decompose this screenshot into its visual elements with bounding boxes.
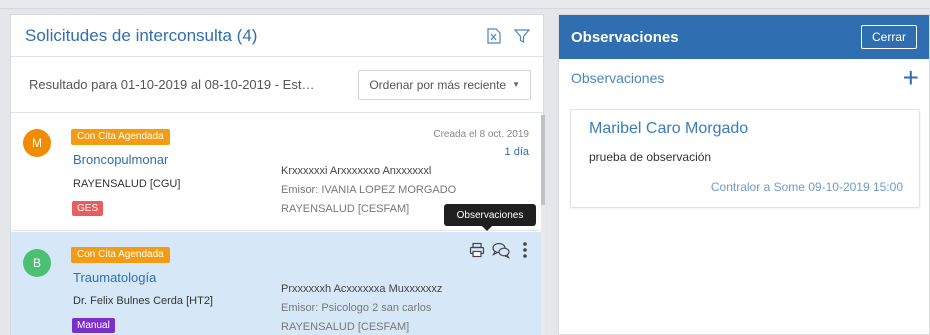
observations-panel: Observaciones Cerrar Observaciones + Mar…: [558, 14, 930, 335]
institution: RAYENSALUD [CGU]: [73, 178, 181, 190]
patient-name: Krxxxxxxi Arxxxxxxo Anxxxxxxl: [281, 165, 432, 177]
list-item[interactable]: B Con Cita Agendada Traumatología Dr. Fe…: [11, 232, 543, 335]
panel-title: Solicitudes de interconsulta (4): [25, 25, 258, 45]
list-scrollbar[interactable]: [541, 115, 545, 335]
institution: Dr. Felix Bulnes Cerda [HT2]: [73, 295, 213, 307]
excel-export-icon[interactable]: [485, 27, 503, 45]
avatar: M: [23, 129, 51, 157]
observations-header: Observaciones Cerrar: [559, 15, 929, 59]
origin: RAYENSALUD [CESFAM]: [281, 203, 410, 215]
top-bar: [0, 0, 930, 9]
interconsultation-panel: Solicitudes de interconsulta (4) Resulta…: [10, 14, 545, 335]
filter-bar: Resultado para 01-10-2019 al 08-10-2019 …: [11, 57, 543, 113]
observation-author: Maribel Caro Morgado: [589, 120, 749, 137]
observations-section-header: Observaciones +: [559, 59, 929, 97]
observation-text: prueba de observación: [589, 150, 712, 164]
close-button[interactable]: Cerrar: [860, 25, 917, 49]
origin: RAYENSALUD [CESFAM]: [281, 321, 410, 333]
more-options-icon[interactable]: [515, 240, 535, 260]
avatar: B: [23, 249, 51, 277]
days-elapsed: 1 día: [504, 146, 529, 158]
sort-dropdown[interactable]: Ordenar por más reciente ▼: [358, 69, 531, 100]
tag-badge: GES: [72, 201, 104, 216]
emisor: Emisor: Psicologo 2 san carlos: [281, 302, 432, 314]
specialty-link[interactable]: Broncopulmonar: [73, 152, 168, 167]
observation-card: Maribel Caro Morgado prueba de observaci…: [570, 109, 920, 208]
tag-badge: Manual: [72, 318, 115, 333]
created-date: Creada el 8 oct. 2019: [433, 129, 529, 140]
emisor: Emisor: IVANIA LOPEZ MORGADO: [281, 184, 457, 196]
row-actions: [467, 240, 535, 260]
patient-name: Prxxxxxxh Acxxxxxxa Muxxxxxxz: [281, 283, 443, 295]
panel-header: Solicitudes de interconsulta (4): [11, 15, 543, 57]
print-icon[interactable]: [467, 240, 487, 260]
observations-title: Observaciones: [571, 28, 679, 46]
caret-down-icon: ▼: [512, 80, 520, 89]
result-summary: Resultado para 01-10-2019 al 08-10-2019 …: [29, 77, 320, 92]
observations-tooltip: Observaciones: [444, 204, 536, 231]
observation-footer: Contralor a Some 09-10-2019 15:00: [710, 180, 903, 194]
status-badge: Con Cita Agendada: [71, 129, 170, 145]
sort-label: Ordenar por más reciente: [369, 77, 507, 92]
observations-icon[interactable]: [491, 240, 511, 260]
add-observation-icon[interactable]: +: [903, 64, 919, 92]
specialty-link[interactable]: Traumatología: [73, 270, 156, 285]
status-badge: Con Cita Agendada: [71, 247, 170, 263]
observations-section-label: Observaciones: [571, 70, 665, 86]
filter-icon[interactable]: [513, 27, 531, 45]
